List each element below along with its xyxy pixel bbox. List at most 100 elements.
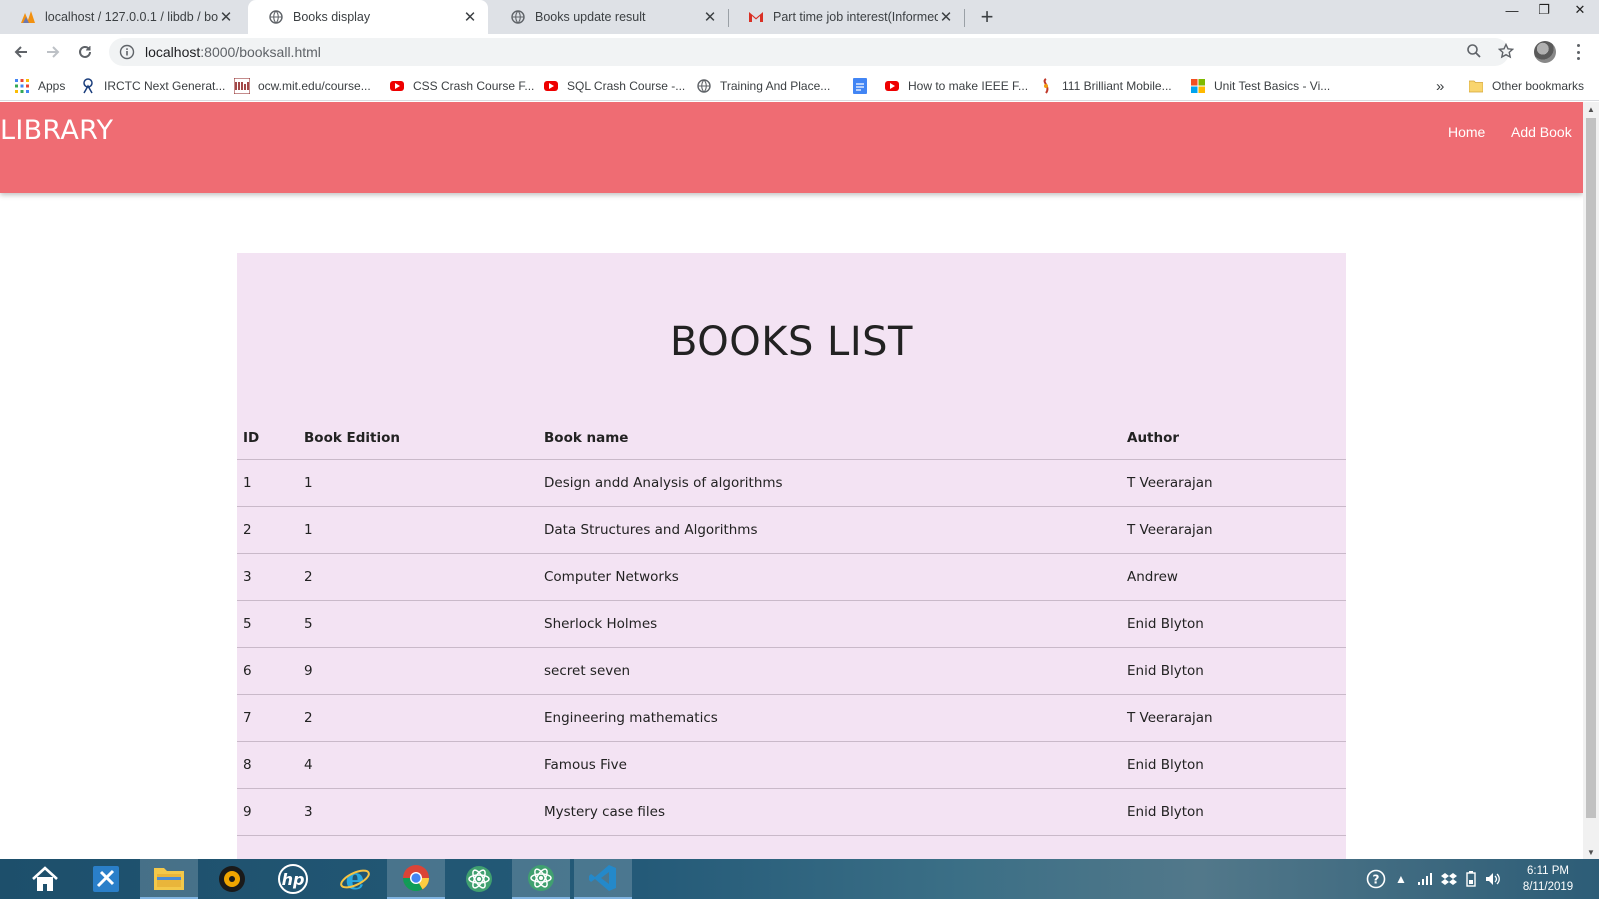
- table-row: 9 3 Mystery case files Enid Blyton: [237, 788, 1346, 836]
- cell-edition: 4: [298, 741, 538, 789]
- table-body: 1 1 Design andd Analysis of algorithms T…: [237, 459, 1346, 836]
- bookmark-ieee[interactable]: How to make IEEE F...: [884, 76, 1028, 96]
- cell-edition: 5: [298, 600, 538, 648]
- chrome-menu-icon[interactable]: [1572, 42, 1584, 62]
- tab-title: Part time job interest(Informed b: [773, 10, 938, 24]
- scroll-down-arrow-icon[interactable]: ▼: [1583, 845, 1599, 859]
- dropbox-icon[interactable]: [1440, 869, 1458, 889]
- scrollbar-thumb[interactable]: [1586, 118, 1596, 818]
- chrome-icon[interactable]: [387, 859, 445, 899]
- bookmark-star-icon[interactable]: [1494, 39, 1518, 63]
- cell-author: Enid Blyton: [1121, 647, 1346, 695]
- clock-time: 6:11 PM: [1527, 865, 1569, 877]
- gmail-icon: [748, 9, 764, 25]
- system-clock[interactable]: 6:11 PM 8/11/2019: [1512, 863, 1584, 895]
- bookmark-training-placement[interactable]: Training And Place...: [696, 76, 830, 96]
- cell-id: 9: [237, 788, 298, 836]
- cell-id: 3: [237, 553, 298, 601]
- cell-id: 6: [237, 647, 298, 695]
- close-window-icon[interactable]: ✕: [1564, 0, 1596, 20]
- svg-text:e: e: [345, 863, 364, 895]
- file-explorer-icon[interactable]: [140, 859, 198, 899]
- books-table: ID Book Edition Book name Author 1 1 Des…: [237, 417, 1346, 836]
- close-tab-icon[interactable]: ✕: [938, 9, 954, 26]
- svg-text:?: ?: [1373, 873, 1380, 887]
- irctc-icon: [80, 78, 96, 94]
- page-scrollbar[interactable]: ▲ ▼: [1583, 102, 1599, 859]
- internet-explorer-icon[interactable]: e: [326, 859, 384, 899]
- cell-author: T Veerarajan: [1121, 694, 1346, 742]
- tab-gmail[interactable]: Part time job interest(Informed b ✕: [728, 0, 964, 34]
- minimize-icon[interactable]: —: [1496, 0, 1528, 20]
- home-icon[interactable]: [16, 859, 74, 899]
- volume-icon[interactable]: [1484, 869, 1502, 889]
- tab-separator: [964, 9, 965, 27]
- close-tab-icon[interactable]: ✕: [218, 9, 234, 26]
- page-title: BOOKS LIST: [670, 319, 913, 365]
- bookmark-label: Other bookmarks: [1492, 79, 1585, 93]
- cell-id: 1: [237, 459, 298, 507]
- tab-strip: localhost / 127.0.0.1 / libdb / boo ✕ Bo…: [0, 0, 1599, 34]
- vscode-icon[interactable]: [574, 859, 632, 899]
- bookmark-label: How to make IEEE F...: [908, 79, 1029, 93]
- forward-arrow-icon[interactable]: [41, 40, 65, 64]
- hp-icon[interactable]: hp: [264, 859, 322, 899]
- bookmark-css-crash-course[interactable]: CSS Crash Course F...: [389, 76, 534, 96]
- bookmark-mit-ocw[interactable]: ocw.mit.edu/course...: [234, 76, 371, 96]
- close-tab-icon[interactable]: ✕: [702, 9, 718, 26]
- nav-link-add-book[interactable]: Add Book: [1511, 124, 1572, 140]
- tab-title: Books display: [293, 10, 371, 24]
- apps-grid-icon: [14, 78, 30, 94]
- bookmark-brilliant-mobile[interactable]: 111 Brilliant Mobile...: [1038, 76, 1172, 96]
- other-bookmarks[interactable]: Other bookmarks: [1468, 76, 1584, 96]
- battery-icon[interactable]: [1464, 869, 1478, 889]
- site-icon: [1038, 78, 1054, 94]
- bookmark-docs[interactable]: [852, 76, 876, 96]
- bookmark-apps[interactable]: Apps: [14, 76, 65, 96]
- atom-icon[interactable]: [450, 859, 508, 899]
- table-row: 8 4 Famous Five Enid Blyton: [237, 741, 1346, 789]
- tab-phpmyadmin[interactable]: localhost / 127.0.0.1 / libdb / boo ✕: [0, 0, 244, 34]
- site-brand[interactable]: LIBRARY: [0, 115, 113, 146]
- bookmarks-overflow-button[interactable]: »: [1436, 76, 1444, 96]
- bookmark-irctc[interactable]: IRCTC Next Generat...: [80, 76, 225, 96]
- column-header-id: ID: [237, 417, 298, 460]
- address-bar[interactable]: localhost:8000/booksall.html: [109, 38, 1509, 66]
- cell-id: 8: [237, 741, 298, 789]
- nav-link-home[interactable]: Home: [1448, 124, 1485, 140]
- zoom-icon[interactable]: [1462, 39, 1486, 63]
- cell-book-name: Engineering mathematics: [538, 694, 1121, 742]
- media-player-icon[interactable]: [203, 859, 261, 899]
- help-icon[interactable]: ?: [1364, 869, 1388, 889]
- cell-author: T Veerarajan: [1121, 506, 1346, 554]
- cell-id: 2: [237, 506, 298, 554]
- url-text: localhost:8000/booksall.html: [145, 44, 321, 60]
- table-row: 1 1 Design andd Analysis of algorithms T…: [237, 459, 1346, 507]
- profile-avatar[interactable]: [1534, 41, 1556, 63]
- back-arrow-icon[interactable]: [9, 40, 33, 64]
- restore-icon[interactable]: ❐: [1528, 0, 1560, 20]
- tool-app-icon[interactable]: [77, 859, 135, 899]
- atom-icon[interactable]: [512, 859, 570, 899]
- show-hidden-icons-icon[interactable]: ▲: [1394, 869, 1408, 889]
- bookmark-unit-test-basics[interactable]: Unit Test Basics - Vi...: [1190, 76, 1330, 96]
- tab-books-display[interactable]: Books display ✕: [248, 0, 488, 34]
- network-signal-icon[interactable]: [1416, 869, 1434, 889]
- cell-book-name: secret seven: [538, 647, 1121, 695]
- scroll-up-arrow-icon[interactable]: ▲: [1583, 102, 1599, 116]
- close-tab-icon[interactable]: ✕: [462, 9, 478, 26]
- cell-edition: 3: [298, 788, 538, 836]
- cell-book-name: Computer Networks: [538, 553, 1121, 601]
- phpmyadmin-icon: [20, 9, 36, 25]
- info-icon[interactable]: [119, 44, 135, 60]
- mit-icon: [234, 78, 250, 94]
- clock-date: 8/11/2019: [1522, 881, 1574, 893]
- bookmark-label: IRCTC Next Generat...: [104, 79, 226, 93]
- table-row: 2 1 Data Structures and Algorithms T Vee…: [237, 506, 1346, 554]
- youtube-icon: [884, 78, 900, 94]
- bookmark-sql-crash-course[interactable]: SQL Crash Course -...: [543, 76, 685, 96]
- tab-books-update-result[interactable]: Books update result ✕: [490, 0, 728, 34]
- new-tab-button[interactable]: +: [975, 4, 999, 29]
- tab-title: Books update result: [535, 10, 646, 24]
- reload-icon[interactable]: [73, 40, 97, 64]
